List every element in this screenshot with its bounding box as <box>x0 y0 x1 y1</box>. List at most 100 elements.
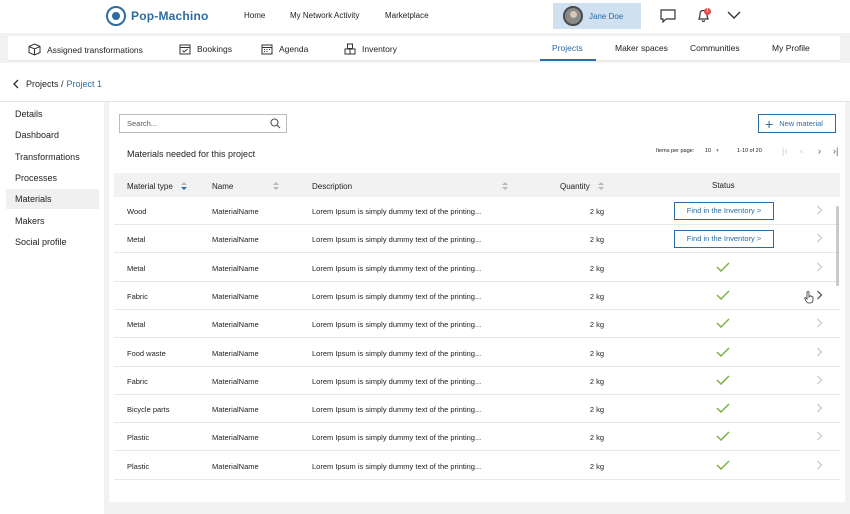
last-page-icon[interactable]: ›| <box>833 146 838 156</box>
brand-logo[interactable]: Pop-Machino <box>106 6 209 26</box>
sidebar-item-processes[interactable]: Processes <box>6 168 99 188</box>
search-icon[interactable] <box>270 118 281 129</box>
header-material-type[interactable]: Material type <box>127 181 187 191</box>
select-arrow-icon: ▾ <box>716 148 719 154</box>
nav-marketplace[interactable]: Marketplace <box>385 11 429 20</box>
table-row[interactable]: Metal MaterialName Lorem Ipsum is simply d… <box>114 253 840 282</box>
check-icon <box>716 375 730 385</box>
chevron-right-icon[interactable] <box>816 375 823 385</box>
next-page-icon[interactable]: › <box>818 146 821 156</box>
chevron-right-icon[interactable] <box>816 233 823 243</box>
section-title: Materials needed for this project <box>127 149 256 159</box>
logo-icon <box>106 6 126 26</box>
sidebar-item-materials[interactable]: Materials <box>6 189 99 209</box>
table-row[interactable]: Wood MaterialName Lorem Ipsum is simply du… <box>114 197 840 225</box>
cell-material-type: Fabric <box>127 291 148 301</box>
table-row[interactable]: Plastic MaterialName Lorem Ipsum is simply… <box>114 451 840 480</box>
cell-quantity: 2 kg <box>589 207 604 216</box>
cell-name: MaterialName <box>212 320 259 330</box>
tab-projects[interactable]: Projects <box>552 43 583 53</box>
nav-network-activity[interactable]: My Network Activity <box>290 11 359 20</box>
items-per-page-select[interactable]: 10 ▾ <box>705 148 719 154</box>
plus-icon: + <box>765 115 774 132</box>
sidebar: Details Dashboard Transformations Proces… <box>0 102 104 514</box>
subnav-label: Assigned transformations <box>47 44 143 55</box>
cell-quantity: 2 kg <box>589 291 604 301</box>
table-row[interactable]: Fabric MaterialName Lorem Ipsum is simply … <box>114 366 840 395</box>
user-menu[interactable]: Jane Doe <box>553 3 641 29</box>
chevron-right-icon[interactable] <box>816 460 823 470</box>
table-row[interactable]: Bicycle parts MaterialName Lorem Ipsum is … <box>114 395 840 424</box>
tab-communities[interactable]: Communities <box>690 43 740 53</box>
table-row[interactable]: Metal MaterialName Lorem Ipsum is simply d… <box>114 225 840 254</box>
table-row[interactable]: Metal MaterialName Lorem Ipsum is simply d… <box>114 310 840 339</box>
chevron-down-icon[interactable] <box>727 11 741 20</box>
header-quantity[interactable]: Quantity <box>560 181 604 191</box>
cell-quantity: 2 kg <box>589 376 604 386</box>
cell-description: Lorem Ipsum is simply dummy text of the … <box>312 263 482 273</box>
chevron-right-icon[interactable] <box>816 347 823 357</box>
chevron-right-icon[interactable] <box>816 431 823 441</box>
cell-name: MaterialName <box>212 348 259 358</box>
sidebar-item-social-profile[interactable]: Social profile <box>6 232 99 252</box>
tab-maker-spaces[interactable]: Maker spaces <box>615 43 668 53</box>
sidebar-item-makers[interactable]: Makers <box>6 211 99 231</box>
find-in-inventory-button[interactable]: Find in the Inventory > <box>674 202 774 220</box>
check-icon <box>716 346 730 357</box>
subnav-agenda[interactable]: Agenda <box>261 43 308 55</box>
cell-material-type: Food waste <box>127 348 166 358</box>
header-label: Quantity <box>560 181 590 191</box>
items-per-page-label: Items per page: <box>656 148 695 154</box>
subnav-bookings[interactable]: Bookings <box>179 43 232 55</box>
back-chevron-icon[interactable] <box>12 79 20 89</box>
scrollbar[interactable] <box>836 206 839 286</box>
header-label: Description <box>312 181 353 191</box>
first-page-icon[interactable]: |‹ <box>782 146 787 156</box>
chevron-right-icon[interactable] <box>816 318 823 328</box>
tab-my-profile[interactable]: My Profile <box>772 43 810 53</box>
chevron-right-icon[interactable] <box>816 262 823 272</box>
cell-material-type: Bicycle parts <box>127 405 170 415</box>
check-icon <box>716 403 730 414</box>
subnav-assigned-transformations[interactable]: Assigned transformations <box>28 43 143 56</box>
cell-quantity: 2 kg <box>589 461 604 471</box>
header-name[interactable]: Name <box>212 181 280 191</box>
cell-description: Lorem Ipsum is simply dummy text of the … <box>312 235 482 245</box>
table-row[interactable]: Fabric MaterialName Lorem Ipsum is simply … <box>114 281 840 310</box>
header-description[interactable]: Description <box>312 181 509 191</box>
cell-material-type: Plastic <box>127 461 150 471</box>
nav-home[interactable]: Home <box>244 11 265 20</box>
cell-material-type: Metal <box>127 320 146 330</box>
cell-description: Lorem Ipsum is simply dummy text of the … <box>312 376 482 386</box>
header-status: Status <box>712 181 735 190</box>
avatar <box>563 6 583 26</box>
table-row[interactable]: Food waste MaterialName Lorem Ipsum is sim… <box>114 338 840 367</box>
table-row[interactable]: Plastic MaterialName Lorem Ipsum is simply… <box>114 423 840 452</box>
cell-description: Lorem Ipsum is simply dummy text of the … <box>312 405 482 415</box>
cube-icon <box>28 43 41 56</box>
sidebar-item-transformations[interactable]: Transformations <box>6 147 99 167</box>
cell-material-type: Wood <box>127 207 147 216</box>
subnav-label: Inventory <box>362 44 397 54</box>
sidebar-item-details[interactable]: Details <box>6 104 99 124</box>
cell-quantity: 2 kg <box>589 405 604 415</box>
brand-name: Pop-Machino <box>131 9 209 23</box>
search-box <box>119 114 287 133</box>
cell-quantity: 2 kg <box>589 320 604 330</box>
breadcrumb-parent[interactable]: Projects / <box>26 79 64 89</box>
sidebar-item-dashboard[interactable]: Dashboard <box>6 125 99 145</box>
find-in-inventory-button[interactable]: Find in the Inventory > <box>674 230 774 249</box>
search-input[interactable] <box>127 115 267 132</box>
chevron-right-icon[interactable] <box>816 290 823 300</box>
header-label: Name <box>212 181 234 191</box>
cell-material-type: Plastic <box>127 433 150 443</box>
subnav-inventory[interactable]: Inventory <box>344 43 397 55</box>
chevron-right-icon[interactable] <box>816 205 823 215</box>
chevron-right-icon[interactable] <box>816 403 823 413</box>
calendar-check-icon <box>179 44 191 55</box>
prev-page-icon[interactable]: ‹ <box>800 146 803 156</box>
cell-description: Lorem Ipsum is simply dummy text of the … <box>312 433 482 443</box>
new-material-button[interactable]: + New material <box>758 114 836 133</box>
cell-material-type: Metal <box>127 263 146 273</box>
chat-icon[interactable] <box>660 9 676 23</box>
